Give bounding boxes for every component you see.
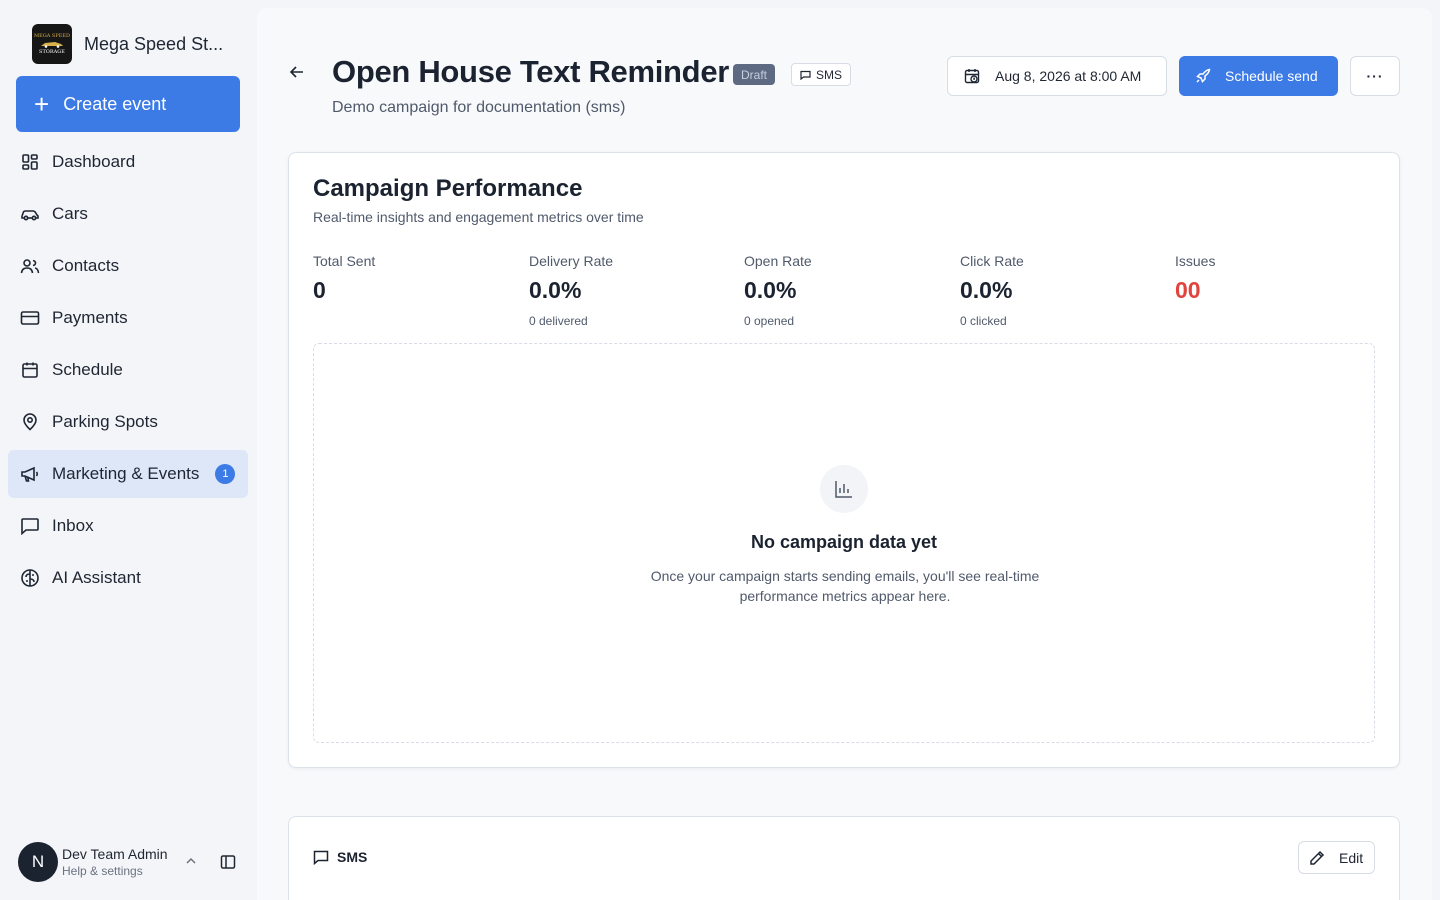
schedule-date-picker[interactable]: Aug 8, 2026 at 8:00 AM	[947, 56, 1167, 96]
card-subtitle: Real-time insights and engagement metric…	[313, 209, 644, 225]
sidebar-item-parking-spots[interactable]: Parking Spots	[8, 398, 248, 446]
logo-text-bottom: STORAGE	[39, 49, 65, 55]
user-menu[interactable]: N Dev Team Admin Help & settings	[18, 842, 240, 882]
metric-click-rate: Click Rate 0.0% 0 clicked	[960, 253, 1160, 328]
status-badge: Draft	[733, 64, 776, 85]
sidebar-item-label: Parking Spots	[52, 412, 158, 431]
sidebar-item-label: Schedule	[52, 360, 123, 379]
sidebar-item-inbox[interactable]: Inbox	[8, 502, 248, 550]
brand[interactable]: MEGA SPEED STORAGE Mega Speed St...	[32, 24, 223, 64]
sidebar-item-schedule[interactable]: Schedule	[8, 346, 248, 394]
message-square-icon	[313, 850, 329, 865]
avatar: N	[18, 842, 58, 882]
metric-delivery-rate: Delivery Rate 0.0% 0 delivered	[529, 253, 729, 328]
sidebar-item-label: AI Assistant	[52, 568, 141, 587]
sidebar-item-label: Contacts	[52, 256, 120, 275]
main-content: Open House Text Reminder Draft SMS Demo …	[257, 8, 1432, 900]
ellipsis-icon: ···	[1366, 68, 1384, 84]
logo-text-top: MEGA SPEED	[33, 33, 71, 39]
calendar-clock-icon	[964, 68, 980, 83]
more-options-button[interactable]: ···	[1350, 56, 1400, 96]
page-subtitle: Demo campaign for documentation (sms)	[332, 99, 626, 116]
metric-label: Delivery Rate	[529, 253, 614, 269]
user-name: Dev Team Admin	[62, 846, 168, 862]
bar-chart-icon	[820, 465, 868, 513]
sidebar-item-payments[interactable]: Payments	[8, 294, 248, 342]
metric-footnote: 0 opened	[744, 314, 795, 328]
sidebar-item-label: Cars	[52, 204, 88, 223]
empty-state: No campaign data yet Once your campaign …	[313, 343, 1375, 743]
map-pin-icon	[20, 412, 40, 432]
sidebar-item-cars[interactable]: Cars	[8, 190, 248, 238]
sidebar-item-label: Dashboard	[52, 152, 136, 171]
brain-icon	[20, 568, 40, 588]
user-subtitle: Help & settings	[62, 864, 143, 878]
schedule-date-label: Aug 8, 2026 at 8:00 AM	[995, 68, 1142, 84]
sidebar-item-ai-assistant[interactable]: AI Assistant	[8, 554, 248, 602]
metric-footnote: 0 delivered	[529, 314, 588, 328]
page-title: Open House Text Reminder	[332, 54, 730, 89]
schedule-send-button[interactable]: Schedule send	[1179, 56, 1338, 96]
empty-state-description: Once your campaign starts sending emails…	[650, 568, 1040, 604]
dashboard-icon	[20, 152, 40, 172]
empty-state-title: No campaign data yet	[750, 532, 938, 552]
brand-name: Mega Speed St...	[84, 33, 224, 54]
schedule-send-label: Schedule send	[1225, 68, 1318, 84]
sidebar: MEGA SPEED STORAGE Mega Speed St... + Cr…	[0, 0, 256, 900]
notification-badge: 1	[215, 464, 236, 484]
user-text: Dev Team Admin Help & settings	[62, 846, 168, 878]
rocket-icon	[1196, 68, 1211, 83]
channel-badge-label: SMS	[816, 67, 843, 82]
sidebar-item-marketing-events[interactable]: Marketing & Events 1	[8, 450, 248, 498]
metric-value: 0	[313, 277, 326, 303]
metric-label: Issues	[1175, 253, 1216, 269]
users-icon	[20, 256, 40, 276]
metric-footnote: 0 clicked	[960, 314, 1007, 328]
card-title: Campaign Performance	[313, 175, 583, 202]
message-icon	[800, 70, 811, 80]
message-square-icon	[20, 516, 40, 536]
credit-card-icon	[20, 308, 40, 328]
plus-icon: +	[34, 89, 50, 119]
edit-label: Edit	[1339, 849, 1364, 866]
metric-value: 00	[1175, 277, 1201, 303]
sidebar-item-label: Payments	[52, 308, 128, 327]
sms-section-header: SMS	[313, 849, 367, 865]
metric-value: 0.0%	[960, 277, 1013, 303]
metric-value: 0.0%	[744, 277, 797, 303]
back-arrow-icon[interactable]	[289, 64, 305, 85]
sms-section-title: SMS	[337, 849, 368, 865]
calendar-icon	[20, 360, 40, 380]
brand-logo: MEGA SPEED STORAGE	[32, 24, 72, 64]
metric-label: Total Sent	[313, 253, 376, 269]
logo-car-graphic	[41, 42, 63, 48]
metric-label: Open Rate	[744, 253, 812, 269]
metric-total-sent: Total Sent 0	[313, 253, 513, 304]
metric-label: Click Rate	[960, 253, 1024, 269]
edit-button[interactable]: Edit	[1298, 841, 1375, 874]
create-event-button[interactable]: + Create event	[16, 76, 240, 132]
sidebar-item-contacts[interactable]: Contacts	[8, 242, 248, 290]
metric-open-rate: Open Rate 0.0% 0 opened	[744, 253, 944, 328]
sms-content-card: SMS Edit	[288, 816, 1400, 900]
sidebar-item-label: Inbox	[52, 516, 94, 535]
sidebar-item-dashboard[interactable]: Dashboard	[8, 138, 248, 186]
campaign-performance-card: Campaign Performance Real-time insights …	[288, 152, 1400, 768]
metric-issues: Issues 00	[1175, 253, 1375, 304]
pencil-icon	[1310, 850, 1325, 865]
chevron-up-icon	[186, 854, 196, 868]
sidebar-item-label: Marketing & Events	[52, 464, 200, 483]
car-icon	[20, 204, 40, 224]
sidebar-nav: Dashboard Cars Contacts Payments Schedul…	[8, 138, 248, 606]
megaphone-icon	[20, 464, 40, 484]
sidebar-toggle-icon[interactable]	[220, 854, 236, 875]
channel-badge: SMS	[791, 63, 852, 86]
create-event-label: Create event	[63, 93, 167, 114]
metric-value: 0.0%	[529, 277, 582, 303]
